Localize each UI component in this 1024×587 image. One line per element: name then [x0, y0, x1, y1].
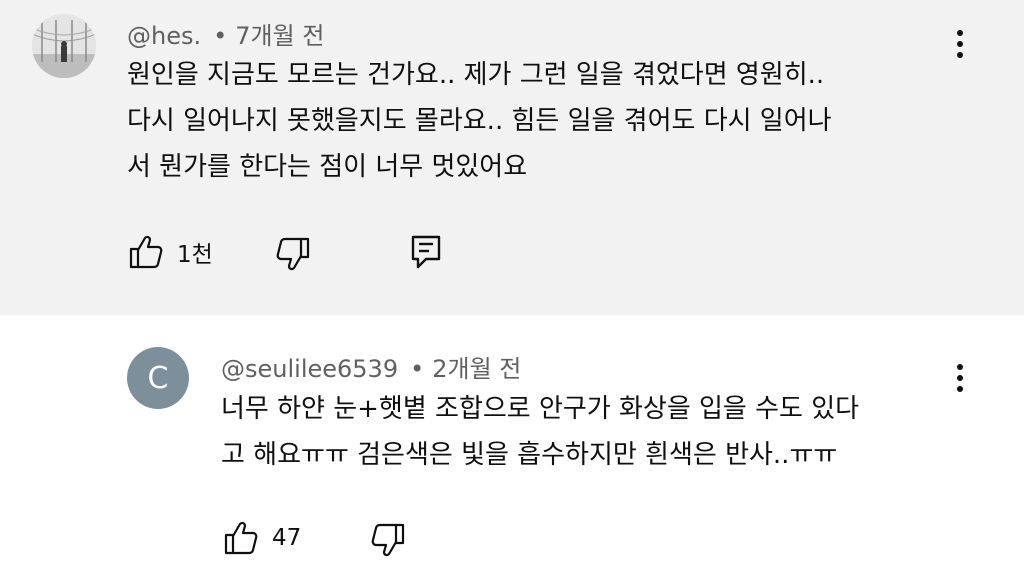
more-vert-icon[interactable]	[950, 26, 970, 62]
comment-text-line: 고 해요ㅠㅠ 검은색은 빛을 흡수하지만 흰색은 반사..ㅠㅠ	[221, 440, 838, 470]
like-count: 1천	[177, 242, 213, 268]
comment-time[interactable]: 7개월 전	[235, 22, 324, 50]
comment-icon	[411, 235, 441, 269]
comment-time[interactable]: 2개월 전	[432, 355, 521, 383]
reply-button[interactable]	[410, 234, 442, 270]
avatar[interactable]	[32, 14, 96, 78]
like-button[interactable]: 1천	[129, 234, 213, 270]
comment-author[interactable]: @hes.	[127, 22, 201, 50]
comment-text-line: 원인을 지금도 모르는 건가요.. 제가 그런 일을 겪었다면 영원히..	[127, 60, 825, 90]
reply-comment-card: C @seulilee6539 • 2개월 전 너무 하얀 눈+햇볕 조합으로 안구…	[0, 315, 1024, 587]
thumbs-down-icon	[371, 523, 405, 557]
like-button[interactable]: 47	[224, 520, 301, 556]
meta-separator: •	[410, 355, 425, 383]
comment-text-line: 서 뭔가를 한다는 점이 너무 멋있어요	[127, 152, 528, 182]
comment-text: 너무 하얀 눈+햇볕 조합으로 안구가 화상을 입을 수도 있다 고 해요ㅠㅠ …	[221, 386, 859, 478]
avatar[interactable]: C	[127, 347, 189, 409]
comment-text-line: 다시 일어나지 못했을지도 몰라요.. 힘든 일을 겪어도 다시 일어나	[127, 106, 832, 136]
comment-text: 원인을 지금도 모르는 건가요.. 제가 그런 일을 겪었다면 영원히.. 다시…	[127, 52, 832, 190]
thumbs-up-icon	[224, 521, 258, 555]
thumbs-up-icon	[129, 235, 163, 269]
thumbs-down-icon	[276, 237, 310, 271]
comment-meta: @hes. • 7개월 전	[127, 16, 324, 51]
like-count: 47	[272, 525, 302, 551]
more-vert-icon[interactable]	[950, 360, 970, 396]
dislike-button[interactable]	[371, 522, 405, 558]
meta-separator: •	[213, 22, 228, 50]
comment-card: @hes. • 7개월 전 원인을 지금도 모르는 건가요.. 제가 그런 일을 겪…	[0, 0, 1024, 315]
avatar-photo-icon	[32, 14, 96, 78]
comment-meta: @seulilee6539 • 2개월 전	[221, 349, 521, 384]
comment-author[interactable]: @seulilee6539	[221, 355, 398, 383]
comment-text-line: 너무 하얀 눈+햇볕 조합으로 안구가 화상을 입을 수도 있다	[221, 394, 860, 424]
dislike-button[interactable]	[276, 236, 310, 272]
avatar-letter: C	[147, 360, 169, 396]
